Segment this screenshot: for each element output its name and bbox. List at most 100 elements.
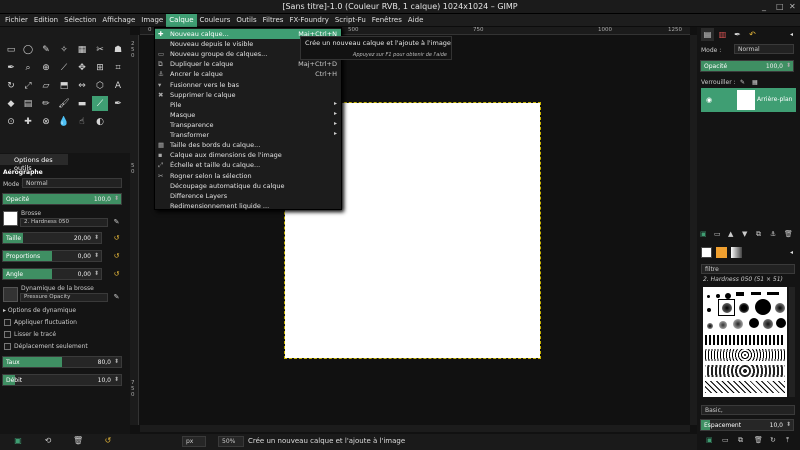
brush-item[interactable] — [751, 292, 761, 295]
menu-item-pile[interactable]: Pile ▸ — [155, 100, 341, 110]
align-icon[interactable]: ⊞ — [92, 60, 108, 75]
move-icon[interactable]: ✥ — [74, 60, 90, 75]
clone-icon[interactable]: ⊙ — [3, 114, 19, 129]
menu-fichier[interactable]: Fichier — [2, 14, 31, 27]
duplicate-layer-icon[interactable]: ⧉ — [756, 230, 761, 239]
edit-brush-icon[interactable]: ✎ — [112, 218, 121, 227]
shear-icon[interactable]: ▱ — [38, 78, 54, 93]
menu-item-transformer[interactable]: Transformer ▸ — [155, 130, 341, 140]
new-brush-icon[interactable]: ▭ — [722, 436, 729, 444]
brush-item[interactable] — [719, 321, 727, 329]
rotate-icon[interactable]: ↻ — [3, 78, 19, 93]
ink-icon[interactable]: ✒ — [110, 96, 126, 111]
menu-script-fu[interactable]: Script-Fu — [332, 14, 369, 27]
menu-item-masque[interactable]: Masque ▸ — [155, 110, 341, 120]
channels-tab-icon[interactable]: ▥ — [716, 28, 729, 41]
pencil-icon[interactable]: ✏ — [38, 96, 54, 111]
color-picker-icon[interactable]: ⌕ — [20, 60, 36, 75]
spin-arrows-icon[interactable]: ⬍ — [114, 358, 119, 365]
dock-menu-icon[interactable]: ◂ — [785, 246, 798, 259]
dynamics-preview[interactable] — [3, 287, 18, 302]
perspective-icon[interactable]: ⬒ — [56, 78, 72, 93]
unit-select[interactable]: px — [182, 436, 206, 447]
menu-image[interactable]: Image — [138, 14, 166, 27]
horizontal-scrollbar[interactable] — [140, 425, 690, 432]
perspective-clone-icon[interactable]: ⊗ — [38, 114, 54, 129]
vertical-ruler[interactable]: 2 5 0 5 0 7 5 0 — [130, 35, 139, 425]
menu-item-ancrer[interactable]: ⚓ Ancrer le calque Ctrl+H — [155, 69, 341, 79]
lock-pixels-icon[interactable]: ✎ — [740, 79, 745, 86]
smudge-icon[interactable]: ☝ — [74, 114, 90, 129]
free-select-icon[interactable]: ✎ — [38, 42, 54, 57]
dynamics-select[interactable]: Pressure Opacity — [20, 293, 108, 302]
brush-item[interactable] — [705, 381, 785, 393]
menu-selection[interactable]: Sélection — [61, 14, 99, 27]
blur-icon[interactable]: 💧 — [56, 114, 72, 129]
brush-grid[interactable] — [703, 287, 787, 397]
layers-tab-icon[interactable]: ▤ — [701, 28, 714, 41]
spin-arrows-icon[interactable]: ⬍ — [94, 270, 99, 277]
opacity-slider[interactable]: Opacité 100,0 ⬍ — [2, 193, 122, 205]
dodge-burn-icon[interactable]: ◐ — [92, 114, 108, 129]
brush-preset-select[interactable]: Basic, — [701, 405, 795, 415]
crop-icon[interactable]: ⌗ — [110, 60, 126, 75]
foreground-select-icon[interactable]: ☗ — [110, 42, 126, 57]
patterns-tab-icon[interactable] — [716, 247, 727, 258]
blend-icon[interactable]: ▤ — [20, 96, 36, 111]
brush-item[interactable] — [716, 294, 720, 298]
refresh-brushes-icon[interactable]: ↻ — [770, 436, 776, 444]
layer-opacity-slider[interactable]: Opacité 100,0 ⬍ — [700, 60, 794, 72]
mode-select[interactable]: Normal — [22, 178, 122, 188]
undo-tab-icon[interactable]: ↶ — [746, 28, 759, 41]
flip-icon[interactable]: ⇔ — [74, 78, 90, 93]
menu-item-redimensionnement-liquide[interactable]: Redimensionnement liquide ... — [155, 201, 341, 211]
raise-layer-icon[interactable]: ▲ — [728, 230, 733, 238]
spin-arrows-icon[interactable]: ⬍ — [94, 234, 99, 241]
gradients-tab-icon[interactable] — [731, 247, 742, 258]
paths-tab-icon[interactable]: ✒ — [731, 28, 744, 41]
fuzzy-select-icon[interactable]: ✧ — [56, 42, 72, 57]
brush-item-selected[interactable] — [718, 299, 735, 316]
menu-fx-foundry[interactable]: FX-Foundry — [286, 14, 331, 27]
ellipse-select-icon[interactable]: ◯ — [20, 42, 36, 57]
menu-item-fusionner[interactable]: ▾ Fusionner vers le bas — [155, 80, 341, 90]
delete-options-icon[interactable]: 🗑 — [73, 436, 83, 446]
color-select-icon[interactable]: ▦ — [74, 42, 90, 57]
airbrush-icon[interactable]: ⟋ — [92, 96, 108, 111]
menu-item-difference-layers[interactable]: Difference Layers — [155, 191, 341, 201]
delete-layer-icon[interactable]: 🗑 — [784, 230, 793, 238]
menu-item-dupliquer[interactable]: ⧉ Dupliquer le calque Maj+Ctrl+D — [155, 59, 341, 69]
spacing-slider[interactable]: Espacement 10,0 ⬍ — [700, 419, 794, 431]
menu-affichage[interactable]: Affichage — [99, 14, 138, 27]
eraser-icon[interactable]: ▬ — [74, 96, 90, 111]
brush-item[interactable] — [763, 319, 773, 329]
apply-jitter-checkbox[interactable] — [4, 319, 11, 326]
visibility-eye-icon[interactable]: ◉ — [706, 96, 712, 104]
delete-brush-icon[interactable]: 🗑 — [754, 436, 763, 444]
measure-icon[interactable]: ⟋ — [56, 60, 72, 75]
brush-item[interactable] — [776, 318, 786, 328]
incremental-checkbox[interactable] — [4, 343, 11, 350]
text-icon[interactable]: A — [110, 78, 126, 93]
dynamics-options-expander[interactable]: ▸ Options de dynamique — [3, 307, 76, 314]
bucket-fill-icon[interactable]: ◆ — [3, 96, 19, 111]
cage-icon[interactable]: ⬡ — [92, 78, 108, 93]
scissors-icon[interactable]: ✂ — [92, 42, 108, 57]
restore-options-icon[interactable]: ⟲ — [43, 436, 53, 446]
menu-aide[interactable]: Aide — [405, 14, 426, 27]
brush-item[interactable] — [705, 349, 785, 361]
spin-arrows-icon[interactable]: ⬍ — [114, 195, 119, 202]
spin-arrows-icon[interactable]: ⬍ — [786, 421, 791, 428]
brush-item[interactable] — [705, 365, 785, 377]
spin-arrows-icon[interactable]: ⬍ — [94, 252, 99, 259]
brush-item[interactable] — [733, 319, 743, 329]
minimize-button[interactable]: _ — [762, 2, 766, 11]
menu-item-rogner[interactable]: ✂ Rogner selon la sélection — [155, 171, 341, 181]
paths-icon[interactable]: ✒ — [3, 60, 19, 75]
smooth-stroke-checkbox[interactable] — [4, 331, 11, 338]
save-options-icon[interactable]: ▣ — [13, 436, 23, 446]
reset-options-icon[interactable]: ↺ — [103, 436, 113, 446]
zoom-icon[interactable]: ⊕ — [38, 60, 54, 75]
brush-select[interactable]: 2. Hardness 050 — [20, 218, 108, 227]
vertical-scrollbar[interactable] — [690, 35, 697, 425]
